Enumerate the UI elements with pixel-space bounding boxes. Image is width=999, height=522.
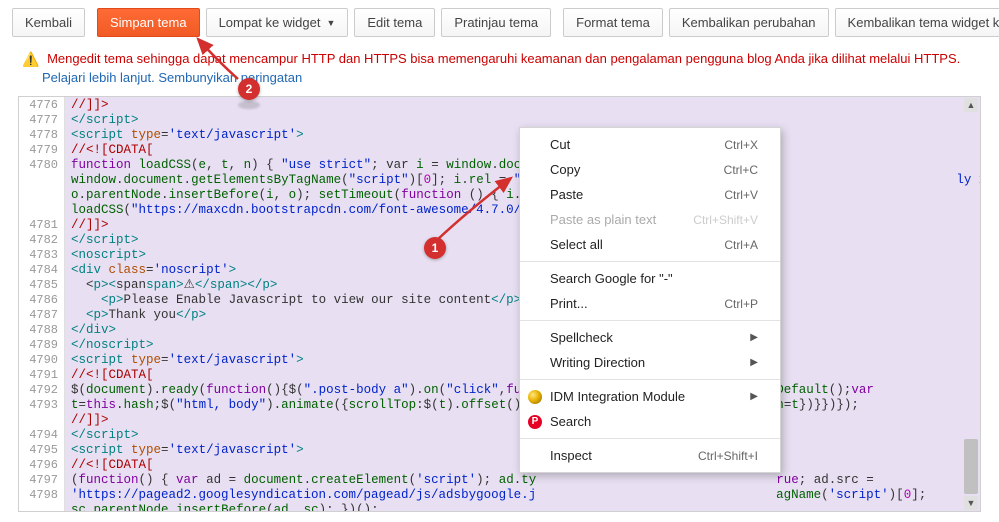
menu-separator <box>520 261 780 262</box>
chevron-right-icon: ▶ <box>750 357 758 368</box>
menu-paste[interactable]: PasteCtrl+V <box>520 182 780 207</box>
menu-select-all[interactable]: Select allCtrl+A <box>520 232 780 257</box>
jump-widget-button[interactable]: Lompat ke widget ▼ <box>206 8 349 37</box>
annotation-badge-1: 1 <box>424 237 446 259</box>
menu-separator <box>520 320 780 321</box>
menu-search-google[interactable]: Search Google for "-" <box>520 266 780 291</box>
scroll-down-button[interactable]: ▼ <box>964 496 978 510</box>
menu-idm-module[interactable]: IDM Integration Module▶ <box>520 384 780 409</box>
warning-row: ⚠️ Mengedit tema sehingga dapat mencampu… <box>0 45 999 96</box>
annotation-badge-2: 2 <box>238 78 260 100</box>
chevron-right-icon: ▶ <box>750 391 758 402</box>
menu-separator <box>520 379 780 380</box>
pinterest-icon <box>527 414 543 430</box>
learn-more-link[interactable]: Pelajari lebih lanjut. <box>42 70 155 85</box>
format-theme-button[interactable]: Format tema <box>563 8 663 37</box>
preview-theme-button[interactable]: Pratinjau tema <box>441 8 551 37</box>
chevron-right-icon: ▶ <box>750 332 758 343</box>
save-theme-button[interactable]: Simpan tema <box>97 8 200 37</box>
idm-icon <box>527 389 543 405</box>
line-number-gutter: 47764777477847794780 4781478247834784478… <box>19 97 65 511</box>
jump-widget-label: Lompat ke widget <box>219 15 321 30</box>
warning-icon: ⚠️ <box>22 51 39 67</box>
back-button[interactable]: Kembali <box>12 8 85 37</box>
reset-widget-theme-button[interactable]: Kembalikan tema widget ke default <box>835 8 999 37</box>
menu-pinterest-search[interactable]: Search <box>520 409 780 434</box>
toolbar: Kembali Simpan tema Lompat ke widget ▼ Ed… <box>0 0 999 45</box>
scrollbar-thumb[interactable] <box>964 439 978 494</box>
context-menu: CutCtrl+X CopyCtrl+C PasteCtrl+V Paste a… <box>519 127 781 473</box>
menu-separator <box>520 438 780 439</box>
menu-spellcheck[interactable]: Spellcheck▶ <box>520 325 780 350</box>
revert-changes-button[interactable]: Kembalikan perubahan <box>669 8 829 37</box>
code-editor[interactable]: 47764777477847794780 4781478247834784478… <box>18 96 981 512</box>
menu-copy[interactable]: CopyCtrl+C <box>520 157 780 182</box>
menu-cut[interactable]: CutCtrl+X <box>520 132 780 157</box>
edit-theme-button[interactable]: Edit tema <box>354 8 435 37</box>
caret-down-icon: ▼ <box>326 18 335 28</box>
vertical-scrollbar[interactable] <box>964 99 978 509</box>
menu-print[interactable]: Print...Ctrl+P <box>520 291 780 316</box>
menu-paste-plain: Paste as plain textCtrl+Shift+V <box>520 207 780 232</box>
warning-text: Mengedit tema sehingga dapat mencampur H… <box>47 51 960 66</box>
menu-writing-direction[interactable]: Writing Direction▶ <box>520 350 780 375</box>
hide-warning-link[interactable]: Sembunyikan peringatan <box>158 70 302 85</box>
menu-inspect[interactable]: InspectCtrl+Shift+I <box>520 443 780 468</box>
